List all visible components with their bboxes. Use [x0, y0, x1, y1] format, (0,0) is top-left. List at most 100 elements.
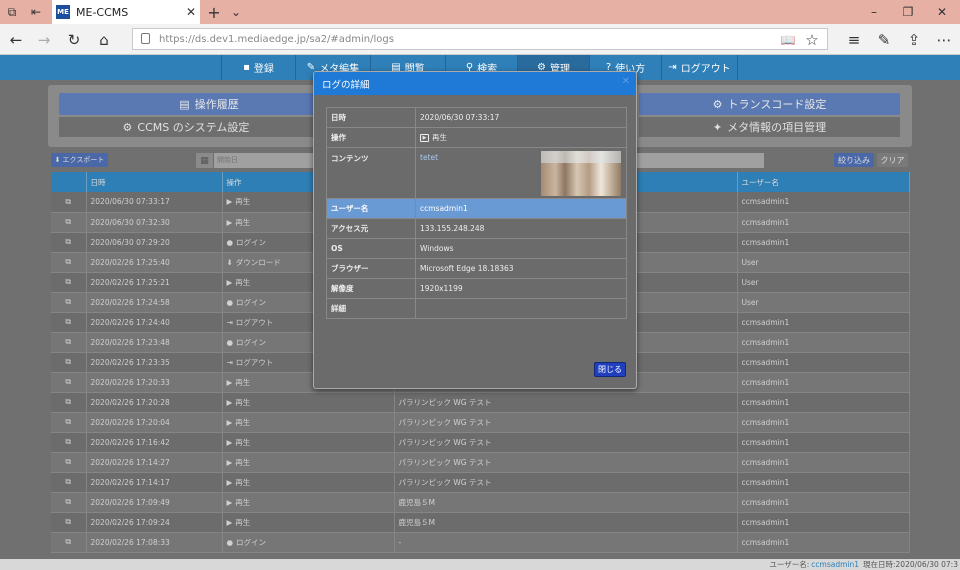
- cell-content: パラリンピック WG テスト: [394, 392, 738, 413]
- cell-content: 鹿児島５M: [394, 512, 738, 533]
- play-icon: ▶: [226, 477, 233, 487]
- detail-value: ▶ 再生: [415, 127, 627, 148]
- cell-date: 2020/02/26 17:20:28: [86, 392, 223, 413]
- play-icon: ▶: [226, 437, 233, 447]
- forward-icon[interactable]: →: [32, 28, 56, 52]
- open-detail-icon[interactable]: ⧉: [51, 452, 87, 473]
- tab-logo-icon: ME: [56, 5, 70, 19]
- open-detail-icon[interactable]: ⧉: [51, 192, 87, 213]
- nav-logout[interactable]: ⇥ ログアウト: [662, 55, 738, 80]
- status-user-name[interactable]: ccmsadmin1: [811, 560, 859, 569]
- open-detail-icon[interactable]: ⧉: [51, 312, 87, 333]
- cell-date: 2020/02/26 17:14:27: [86, 452, 223, 473]
- home-icon[interactable]: ⌂: [92, 28, 116, 52]
- open-detail-icon[interactable]: ⧉: [51, 512, 87, 533]
- more-icon[interactable]: ⋯: [932, 28, 956, 52]
- window-close-icon[interactable]: ✕: [930, 0, 954, 24]
- list-icon: ▤: [179, 97, 190, 111]
- tab-actions-icon[interactable]: ⧉: [2, 0, 22, 24]
- close-icon[interactable]: ✕: [622, 76, 630, 87]
- cell-date: 2020/06/30 07:33:17: [86, 192, 223, 213]
- open-detail-icon[interactable]: ⧉: [51, 492, 87, 513]
- calendar-icon[interactable]: ▦: [196, 153, 213, 168]
- play-icon: ▶: [420, 134, 429, 142]
- cell-user: ccmsadmin1: [737, 452, 910, 473]
- url-field[interactable]: https://ds.dev1.mediaedge.jp/sa2/#admin/…: [132, 28, 828, 50]
- start-date-input[interactable]: [214, 153, 324, 168]
- col-header-user[interactable]: ユーザー名: [737, 172, 910, 192]
- cell-operation: ▶ 再生: [222, 492, 395, 513]
- cell-user: User: [737, 292, 910, 313]
- share-icon[interactable]: ⇪: [902, 28, 926, 52]
- content-thumbnail[interactable]: [541, 151, 621, 196]
- favorites-bar-icon[interactable]: ≡: [842, 28, 866, 52]
- tab-menu-icon[interactable]: ⌄: [226, 0, 246, 24]
- cell-content: -: [394, 532, 738, 553]
- play-icon: ▶: [226, 517, 233, 527]
- favorite-icon[interactable]: ☆: [800, 28, 824, 52]
- close-button[interactable]: 閉じる: [594, 362, 626, 377]
- browser-tab-bar: ⧉ ⇤ ME ME-CCMS ✕ + ⌄ – ❐ ✕: [0, 0, 960, 24]
- open-detail-icon[interactable]: ⧉: [51, 232, 87, 253]
- new-tab-icon[interactable]: +: [204, 0, 224, 24]
- restore-icon[interactable]: ❐: [896, 0, 920, 24]
- open-detail-icon[interactable]: ⧉: [51, 392, 87, 413]
- col-header-date[interactable]: 日時: [86, 172, 223, 192]
- table-row[interactable]: ⧉ 2020/02/26 17:08:33 ● ログイン - ccmsadmin1: [51, 532, 910, 553]
- open-detail-icon[interactable]: ⧉: [51, 372, 87, 393]
- cell-content: パラリンピック WG テスト: [394, 452, 738, 473]
- open-detail-icon[interactable]: ⧉: [51, 532, 87, 553]
- cell-content: パラリンピック WG テスト: [394, 432, 738, 453]
- pen-icon[interactable]: ✎: [872, 28, 896, 52]
- detail-value: 133.155.248.248: [415, 218, 627, 239]
- table-row[interactable]: ⧉ 2020/02/26 17:14:17 ▶ 再生 パラリンピック WG テスト ccm…: [51, 472, 910, 493]
- open-detail-icon[interactable]: ⧉: [51, 292, 87, 313]
- detail-value: tetet: [415, 147, 627, 199]
- nav-register[interactable]: ▪ 登録: [221, 55, 296, 80]
- open-detail-icon[interactable]: ⧉: [51, 272, 87, 293]
- table-row[interactable]: ⧉ 2020/02/26 17:09:24 ▶ 再生 鹿児島５M ccmsadmin1: [51, 512, 910, 533]
- log-detail-modal: ログの詳細 ✕ 日時 2020/06/30 07:33:17 操作 ▶ 再生 コン…: [313, 71, 637, 389]
- table-row[interactable]: ⧉ 2020/02/26 17:20:28 ▶ 再生 パラリンピック WG テスト ccm…: [51, 392, 910, 413]
- transcode-button[interactable]: ⚙ トランスコード設定: [639, 93, 900, 115]
- tag-icon: ✦: [712, 120, 723, 134]
- detail-row-browser: ブラウザー Microsoft Edge 18.18363: [326, 258, 627, 279]
- play-icon: ▶: [226, 417, 233, 427]
- table-row[interactable]: ⧉ 2020/02/26 17:20:04 ▶ 再生 パラリンピック WG テスト ccm…: [51, 412, 910, 433]
- filter-button[interactable]: 絞り込み: [834, 153, 874, 167]
- cell-date: 2020/02/26 17:08:33: [86, 532, 223, 553]
- content-link[interactable]: tetet: [420, 153, 438, 162]
- cell-operation: ▶ 再生: [222, 472, 395, 493]
- cell-user: ccmsadmin1: [737, 232, 910, 253]
- minimize-icon[interactable]: –: [862, 0, 886, 24]
- cell-user: ccmsadmin1: [737, 532, 910, 553]
- open-detail-icon[interactable]: ⧉: [51, 472, 87, 493]
- open-detail-icon[interactable]: ⧉: [51, 332, 87, 353]
- set-aside-icon[interactable]: ⇤: [26, 0, 46, 24]
- detail-label: 解像度: [326, 278, 416, 299]
- system-settings-button[interactable]: ⚙ CCMS のシステム設定: [59, 117, 313, 137]
- open-detail-icon[interactable]: ⧉: [51, 212, 87, 233]
- detail-table: 日時 2020/06/30 07:33:17 操作 ▶ 再生 コンテンツ tete…: [326, 107, 627, 319]
- clear-button[interactable]: クリア: [877, 153, 908, 167]
- user-icon: ●: [226, 237, 234, 247]
- close-icon[interactable]: ✕: [182, 5, 200, 19]
- export-button[interactable]: ⬇ エクスポート: [51, 153, 108, 167]
- table-row[interactable]: ⧉ 2020/02/26 17:09:49 ▶ 再生 鹿児島５M ccmsadmin1: [51, 492, 910, 513]
- table-row[interactable]: ⧉ 2020/02/26 17:16:42 ▶ 再生 パラリンピック WG テスト ccm…: [51, 432, 910, 453]
- table-row[interactable]: ⧉ 2020/02/26 17:14:27 ▶ 再生 パラリンピック WG テスト ccm…: [51, 452, 910, 473]
- reading-view-icon[interactable]: 📖: [776, 28, 800, 52]
- back-icon[interactable]: ←: [4, 28, 28, 52]
- open-detail-icon[interactable]: ⧉: [51, 252, 87, 273]
- meta-fields-button[interactable]: ✦ メタ情報の項目管理: [639, 117, 900, 137]
- open-detail-icon[interactable]: ⧉: [51, 412, 87, 433]
- refresh-icon[interactable]: ↻: [62, 28, 86, 52]
- end-date-input[interactable]: [636, 153, 764, 168]
- cell-operation: ▶ 再生: [222, 512, 395, 533]
- detail-row-resolution: 解像度 1920x1199: [326, 278, 627, 299]
- open-detail-icon[interactable]: ⧉: [51, 352, 87, 373]
- open-detail-icon[interactable]: ⧉: [51, 432, 87, 453]
- browser-tab[interactable]: ME ME-CCMS ✕: [52, 0, 200, 24]
- detail-value: Windows: [415, 238, 627, 259]
- download-icon: ⬇: [226, 257, 233, 267]
